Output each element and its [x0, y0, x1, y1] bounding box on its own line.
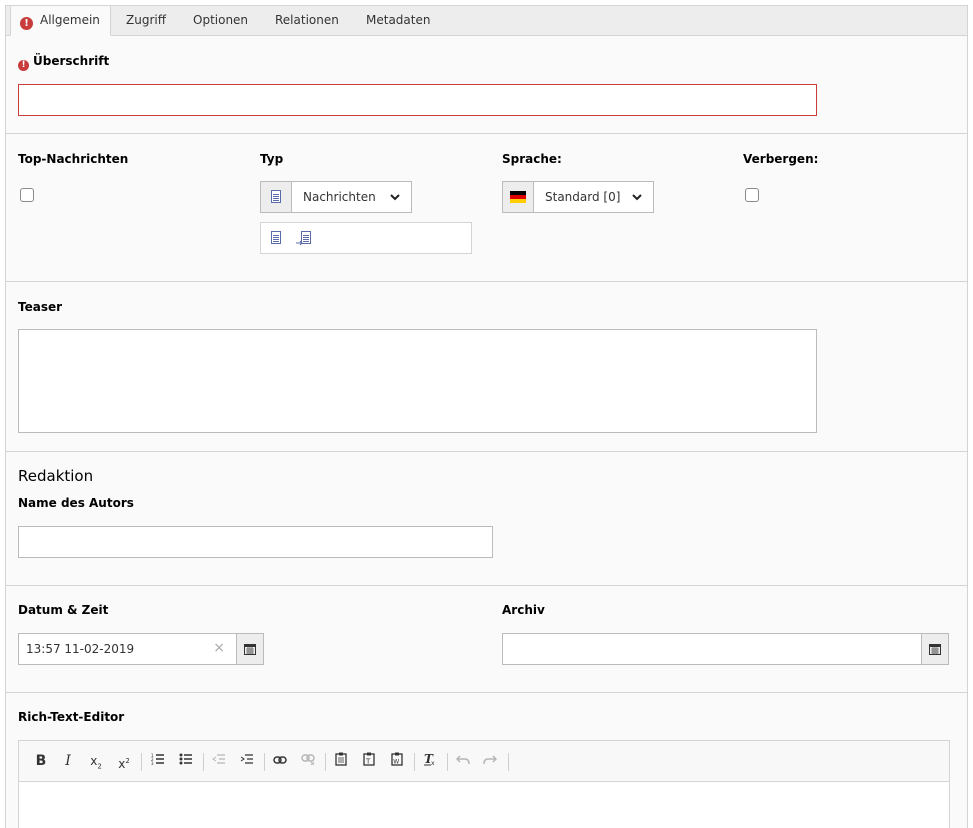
toolbar-separator	[325, 753, 326, 771]
toolbar-separator	[264, 753, 265, 771]
svg-text:x: x	[431, 760, 435, 766]
paste-text-icon[interactable]: T	[359, 752, 379, 770]
type-select[interactable]: Nachrichten	[260, 181, 412, 213]
toolbar-separator	[508, 753, 509, 771]
unlink-icon[interactable]	[298, 752, 318, 770]
language-select-value: Standard [0]	[545, 190, 621, 204]
rte-label: Rich-Text-Editor	[18, 710, 125, 724]
link-icon[interactable]	[270, 752, 290, 770]
language-label: Sprache:	[502, 152, 562, 166]
error-icon: !	[18, 60, 29, 71]
error-icon: !	[20, 17, 33, 30]
document-icon	[271, 190, 281, 203]
tab-allgemein[interactable]: ! Allgemein	[10, 6, 111, 36]
rte-section: Rich-Text-Editor B I x2 x2 123 T W T x	[6, 693, 967, 828]
type-select-value: Nachrichten	[303, 190, 376, 204]
datetime-calendar-button[interactable]	[236, 633, 264, 665]
type-icon-box	[261, 182, 292, 212]
type-label: Typ	[260, 152, 284, 166]
calendar-icon	[244, 644, 256, 655]
paste-word-icon[interactable]: W	[387, 752, 407, 770]
dates-section: Datum & Zeit 13:57 11-02-2019 × Archiv	[6, 586, 967, 693]
hidden-label: Verbergen:	[743, 152, 819, 166]
teaser-section: Teaser	[6, 282, 967, 452]
svg-text:W: W	[393, 759, 399, 766]
indent-icon[interactable]	[237, 752, 257, 770]
teaser-textarea[interactable]	[18, 329, 817, 433]
language-select[interactable]: Standard [0]	[502, 181, 654, 213]
archive-calendar-button[interactable]	[921, 633, 949, 665]
undo-icon[interactable]	[453, 752, 473, 770]
toolbar-separator	[141, 753, 142, 771]
top-news-checkbox[interactable]	[20, 188, 34, 202]
chevron-down-icon	[632, 194, 642, 201]
rte-content-area[interactable]	[19, 782, 949, 828]
archive-label: Archiv	[502, 603, 545, 617]
tab-label: Relationen	[275, 13, 339, 27]
headline-label: ! Überschrift	[18, 54, 109, 71]
editorial-heading: Redaktion	[18, 467, 94, 485]
language-flag-box	[503, 182, 534, 212]
toolbar-separator	[203, 753, 204, 771]
tab-label: Optionen	[193, 13, 249, 27]
subscript-icon[interactable]: x2	[86, 752, 106, 770]
svg-text:T: T	[365, 758, 371, 766]
tab-label: Zugriff	[126, 13, 166, 27]
headline-label-text: Überschrift	[33, 54, 110, 68]
rich-text-editor: B I x2 x2 123 T W T x	[18, 740, 950, 828]
bold-icon[interactable]: B	[31, 752, 51, 770]
record-edit-form: ! Allgemein Zugriff Optionen Relationen …	[5, 5, 968, 828]
toolbar-separator	[447, 753, 448, 771]
toolbar-separator	[414, 753, 415, 771]
author-input[interactable]	[18, 526, 493, 558]
arrow-right-icon	[296, 240, 303, 246]
italic-icon[interactable]: I	[58, 752, 78, 770]
paste-icon[interactable]	[331, 752, 351, 770]
remove-format-icon[interactable]: Tx	[420, 752, 440, 770]
outdent-icon[interactable]	[209, 752, 229, 770]
datetime-input[interactable]: 13:57 11-02-2019 ×	[18, 633, 264, 665]
datetime-value: 13:57 11-02-2019	[26, 642, 135, 656]
editorial-section: Redaktion Name des Autors	[6, 452, 967, 586]
teaser-label: Teaser	[18, 300, 63, 314]
numbered-list-icon[interactable]: 123	[148, 752, 168, 770]
calendar-icon	[929, 644, 941, 655]
hidden-checkbox[interactable]	[745, 188, 759, 202]
tab-relationen[interactable]: Relationen	[275, 6, 339, 36]
superscript-icon[interactable]: x2	[114, 752, 134, 771]
tab-metadaten[interactable]: Metadaten	[366, 6, 430, 36]
properties-section: Top-Nachrichten Typ Nachrichten Sprache:	[6, 134, 967, 282]
tab-zugriff[interactable]: Zugriff	[126, 6, 166, 36]
chevron-down-icon	[390, 194, 400, 201]
svg-text:3: 3	[151, 761, 154, 765]
top-news-label: Top-Nachrichten	[18, 152, 129, 166]
tab-label: Allgemein	[40, 13, 100, 27]
author-label: Name des Autors	[18, 496, 134, 510]
headline-input[interactable]	[18, 84, 817, 116]
tab-label: Metadaten	[366, 13, 431, 27]
clear-icon[interactable]: ×	[213, 640, 225, 656]
tab-bar: ! Allgemein Zugriff Optionen Relationen …	[6, 6, 967, 36]
tab-optionen[interactable]: Optionen	[193, 6, 248, 36]
de-flag-icon	[510, 191, 526, 203]
redo-icon[interactable]	[480, 752, 500, 770]
type-icon-picker	[260, 222, 472, 254]
bulleted-list-icon[interactable]	[176, 752, 196, 770]
headline-section: ! Überschrift	[6, 36, 967, 134]
document-icon[interactable]	[271, 231, 281, 244]
archive-input[interactable]	[502, 633, 949, 665]
rte-toolbar: B I x2 x2 123 T W T x	[19, 741, 949, 782]
datetime-label: Datum & Zeit	[18, 603, 109, 617]
